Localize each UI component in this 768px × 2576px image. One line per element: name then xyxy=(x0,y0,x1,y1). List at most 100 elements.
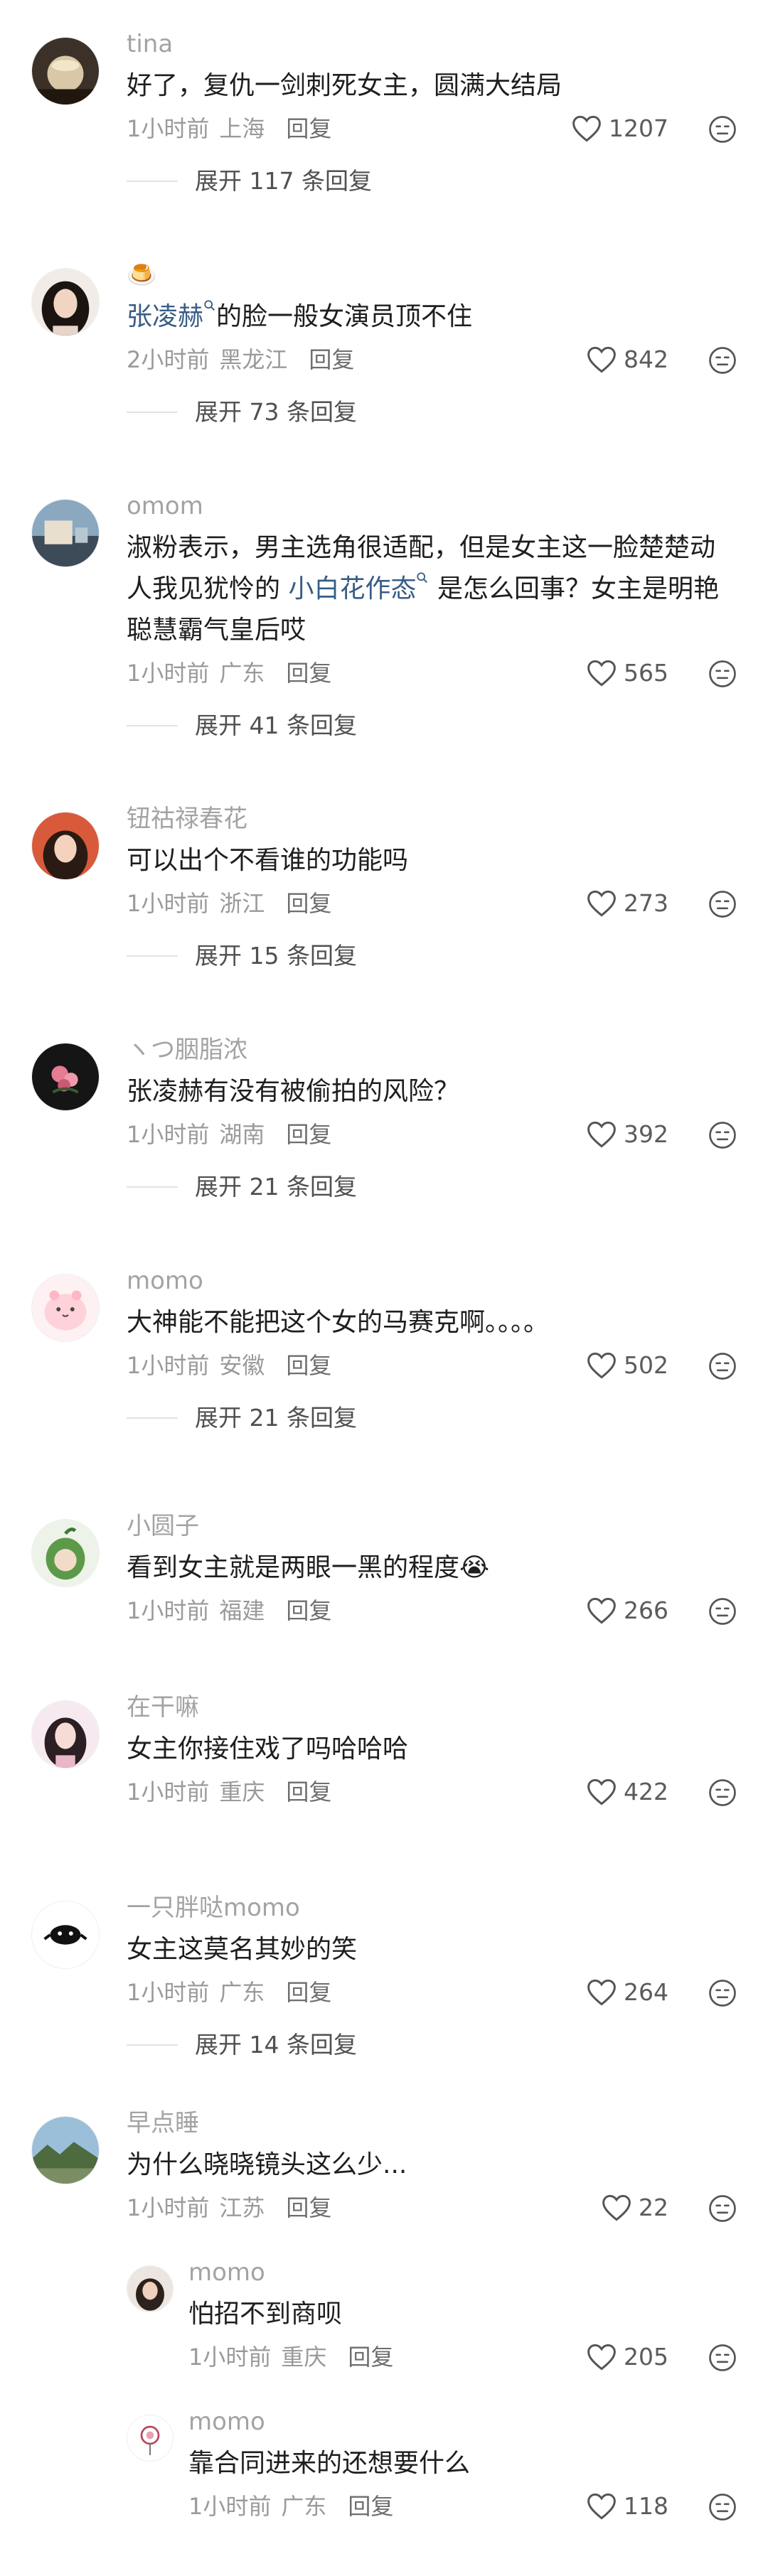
expand-replies[interactable]: 展开 15 条回复 xyxy=(127,935,740,977)
expand-replies[interactable]: 展开 14 条回复 xyxy=(127,2024,740,2066)
expand-replies[interactable]: 展开 73 条回复 xyxy=(127,392,740,433)
avatar[interactable] xyxy=(31,1274,100,1342)
like-button[interactable]: 565 xyxy=(587,653,668,694)
dislike-emoji-icon[interactable] xyxy=(708,2194,737,2223)
comment-text: 大神能不能把这个女的马赛克啊。。。。 xyxy=(127,1308,550,1337)
like-count: 273 xyxy=(624,889,668,917)
expand-replies[interactable]: 展开 41 条回复 xyxy=(127,705,740,746)
reply-button[interactable]: 回复 xyxy=(348,2493,393,2520)
username[interactable]: tina xyxy=(127,28,740,60)
like-button[interactable]: 118 xyxy=(587,2486,668,2527)
comment-location: 重庆 xyxy=(219,1778,265,1805)
avatar[interactable] xyxy=(31,1901,100,1969)
username[interactable]: ヽつ胭脂浓 xyxy=(127,1034,740,1066)
reply-button[interactable]: 回复 xyxy=(348,2344,393,2371)
divider-line xyxy=(127,1417,178,1419)
heart-icon xyxy=(587,660,616,687)
like-button[interactable]: 1207 xyxy=(572,108,668,149)
username[interactable]: omom xyxy=(127,490,740,522)
reply-button[interactable]: 回复 xyxy=(309,346,354,373)
comment-meta: 1小时前 重庆 回复 205 xyxy=(188,2336,740,2378)
comment-time: 1小时前 xyxy=(188,2493,272,2520)
like-button[interactable]: 392 xyxy=(587,1114,668,1155)
avatar[interactable] xyxy=(127,2415,174,2462)
reply-button[interactable]: 回复 xyxy=(286,660,331,687)
username[interactable]: 🍮 xyxy=(127,259,740,291)
reply-button[interactable]: 回复 xyxy=(286,890,331,917)
dislike-emoji-icon[interactable] xyxy=(708,1778,737,1807)
dislike-emoji-icon[interactable] xyxy=(708,1121,737,1149)
comment-meta: 2小时前 黑龙江 回复 842 xyxy=(127,339,740,380)
avatar[interactable] xyxy=(31,1043,100,1111)
like-button[interactable]: 22 xyxy=(602,2187,668,2228)
comment-meta: 1小时前 广东 回复 264 xyxy=(127,1972,740,2013)
divider-line xyxy=(127,955,178,957)
mention-link[interactable]: 张凌赫 xyxy=(127,300,216,331)
reply-button[interactable]: 回复 xyxy=(286,2194,331,2221)
username[interactable]: 一只胖哒momo xyxy=(127,1892,740,1923)
like-count: 264 xyxy=(624,1978,668,2006)
avatar[interactable] xyxy=(31,812,100,880)
reply-button[interactable]: 回复 xyxy=(286,1597,331,1624)
reply-button[interactable]: 回复 xyxy=(286,115,331,142)
like-button[interactable]: 273 xyxy=(587,883,668,924)
dislike-emoji-icon[interactable] xyxy=(708,890,737,918)
expand-replies-label: 展开 21 条回复 xyxy=(195,1404,357,1432)
comment-meta: 1小时前 福建 回复 266 xyxy=(127,1590,740,1631)
mention-link[interactable]: 小白花作态 xyxy=(288,572,429,603)
username[interactable]: momo xyxy=(127,1265,740,1297)
expand-replies[interactable]: 展开 117 条回复 xyxy=(127,161,740,202)
dislike-emoji-icon[interactable] xyxy=(708,1597,737,1626)
avatar[interactable] xyxy=(31,37,100,105)
like-count: 118 xyxy=(624,2492,668,2520)
username[interactable]: 钮祜禄春花 xyxy=(127,803,740,834)
divider-line xyxy=(127,1186,178,1188)
comment-location: 广东 xyxy=(219,1979,265,2006)
dislike-emoji-icon[interactable] xyxy=(708,115,737,144)
comment-text: 淑粉表示，男主选角很适配，但是女主这一脸楚楚动人我见犹怜的 小白花作态 是怎么回… xyxy=(127,533,719,645)
comment-location: 福建 xyxy=(219,1597,265,1624)
avatar[interactable] xyxy=(31,2116,100,2184)
username[interactable]: momo xyxy=(188,2406,740,2437)
avatar[interactable] xyxy=(31,499,100,567)
comment-location: 重庆 xyxy=(281,2344,327,2371)
expand-replies[interactable]: 展开 21 条回复 xyxy=(127,1397,740,1439)
expand-replies-label: 展开 41 条回复 xyxy=(195,712,357,739)
dislike-emoji-icon[interactable] xyxy=(708,2344,737,2372)
username[interactable]: 早点睡 xyxy=(127,2108,740,2139)
dislike-emoji-icon[interactable] xyxy=(708,660,737,688)
like-button[interactable]: 422 xyxy=(587,1771,668,1813)
heart-icon xyxy=(587,1352,616,1379)
like-count: 205 xyxy=(624,2343,668,2371)
comment-text: 可以出个不看谁的功能吗 xyxy=(127,846,409,875)
dislike-emoji-icon[interactable] xyxy=(708,346,737,375)
like-count: 502 xyxy=(624,1351,668,1379)
reply-button[interactable]: 回复 xyxy=(286,1979,331,2006)
heart-icon xyxy=(587,1121,616,1148)
like-button[interactable]: 842 xyxy=(587,339,668,380)
avatar[interactable] xyxy=(127,2265,174,2312)
username[interactable]: 小圆子 xyxy=(127,1510,740,1542)
like-button[interactable]: 266 xyxy=(587,1590,668,1631)
avatar[interactable] xyxy=(31,1519,100,1587)
comment-time: 1小时前 xyxy=(127,1778,210,1805)
comment-time: 1小时前 xyxy=(127,1121,210,1148)
reply-button[interactable]: 回复 xyxy=(286,1121,331,1148)
dislike-emoji-icon[interactable] xyxy=(708,2493,737,2521)
like-button[interactable]: 502 xyxy=(587,1345,668,1386)
reply-button[interactable]: 回复 xyxy=(286,1352,331,1379)
username[interactable]: momo xyxy=(188,2257,740,2288)
dislike-emoji-icon[interactable] xyxy=(708,1979,737,2007)
avatar[interactable] xyxy=(31,268,100,336)
like-button[interactable]: 205 xyxy=(587,2336,668,2378)
like-button[interactable]: 264 xyxy=(587,1972,668,2013)
username[interactable]: 在干嘛 xyxy=(127,1692,740,1723)
like-count: 392 xyxy=(624,1120,668,1148)
avatar[interactable] xyxy=(31,1700,100,1769)
search-icon xyxy=(417,572,428,584)
divider-line xyxy=(127,181,178,182)
reply-button[interactable]: 回复 xyxy=(286,1778,331,1805)
heart-icon xyxy=(587,890,616,917)
dislike-emoji-icon[interactable] xyxy=(708,1352,737,1380)
expand-replies[interactable]: 展开 21 条回复 xyxy=(127,1166,740,1208)
